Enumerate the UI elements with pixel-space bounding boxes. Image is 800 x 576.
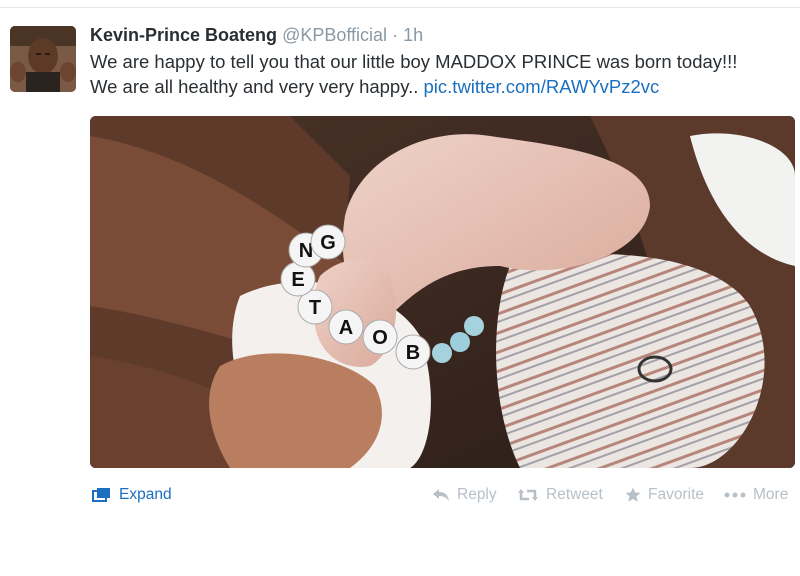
avatar-image: [10, 26, 76, 92]
favorite-label: Favorite: [648, 486, 704, 503]
retweet-button[interactable]: Retweet: [517, 486, 603, 504]
separator: ·: [392, 25, 399, 45]
favorite-button[interactable]: Favorite: [625, 486, 704, 504]
author-handle[interactable]: @KPBofficial: [282, 25, 387, 45]
bracelet: B O A T E N G: [280, 224, 484, 370]
tweet-text-line-2-text: We are all healthy and very very happy..: [90, 76, 419, 97]
svg-text:B: B: [406, 342, 420, 364]
bracelet-bead-b: B: [395, 334, 431, 370]
more-button[interactable]: More: [724, 486, 788, 504]
avatar[interactable]: [10, 26, 76, 92]
bracelet-bead-o: O: [362, 319, 398, 355]
reply-button[interactable]: Reply: [432, 486, 497, 504]
bracelet-bead-g: G: [310, 224, 346, 260]
retweet-label: Retweet: [546, 486, 603, 503]
svg-text:E: E: [291, 269, 304, 291]
timestamp[interactable]: 1h: [403, 25, 423, 45]
svg-text:A: A: [339, 317, 353, 339]
svg-text:O: O: [372, 327, 388, 349]
bracelet-bead-e: E: [280, 261, 316, 297]
svg-text:T: T: [309, 297, 321, 319]
tweet-text-line-1: We are happy to tell you that our little…: [90, 51, 738, 72]
tweet-photo[interactable]: B O A T E N G: [90, 116, 795, 468]
reply-label: Reply: [457, 486, 497, 503]
bracelet-bead-a: A: [328, 309, 364, 345]
more-label: More: [753, 486, 789, 503]
more-dots-icon: [724, 492, 746, 498]
top-divider: [0, 7, 800, 8]
star-icon: [625, 487, 641, 502]
expand-icon: [92, 488, 110, 502]
expand-button[interactable]: Expand: [92, 486, 172, 504]
tweet-actions: Expand Reply Retweet Favorite More: [0, 486, 800, 510]
reply-icon: [433, 489, 449, 501]
tweet-text-line-2: We are all healthy and very very happy..…: [90, 74, 795, 99]
svg-text:G: G: [320, 232, 336, 254]
tweet-text: We are happy to tell you that our little…: [90, 49, 795, 99]
expand-label: Expand: [119, 486, 172, 503]
author-name[interactable]: Kevin-Prince Boateng: [90, 25, 277, 45]
tweet-header: Kevin-Prince Boateng @KPBofficial · 1h: [90, 25, 423, 46]
photo-link[interactable]: pic.twitter.com/RAWYvPz2vc: [424, 76, 660, 97]
retweet-icon: [518, 489, 538, 501]
